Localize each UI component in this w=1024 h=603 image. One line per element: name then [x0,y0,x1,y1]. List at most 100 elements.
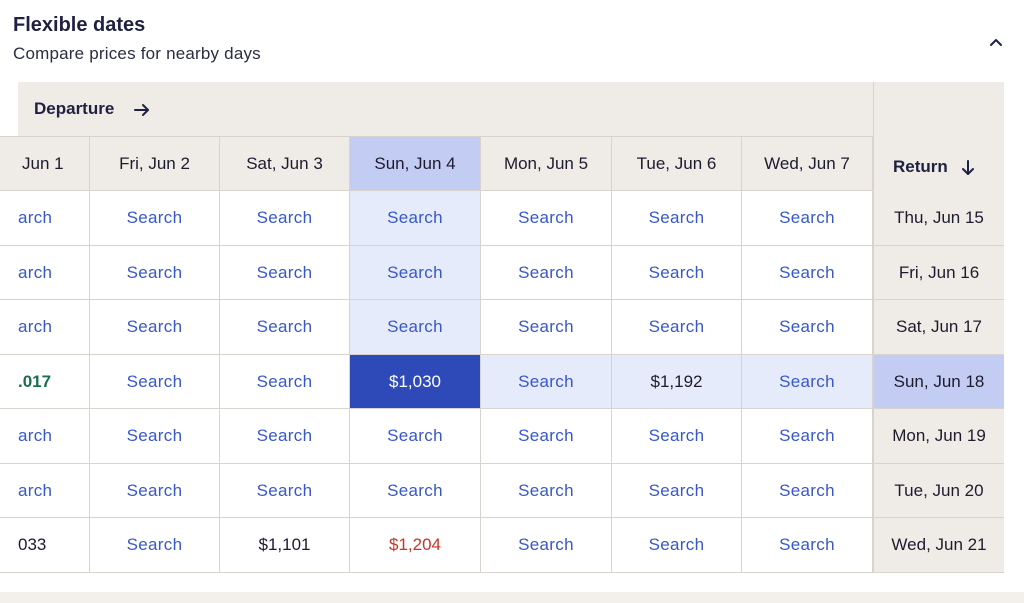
search-cell[interactable]: Search [220,464,350,518]
return-date-label: Mon, Jun 19 [873,409,1004,464]
search-cell[interactable]: Search [350,246,481,300]
price-cell[interactable]: $1,192 [612,355,742,409]
search-link: Search [256,426,313,445]
search-link: Search [779,535,835,554]
search-cell[interactable]: Search [90,300,220,355]
fare-price: .017 [18,371,52,391]
search-cell[interactable]: Search [612,300,742,355]
search-link: Search [648,426,705,445]
search-cell[interactable]: Search [481,464,612,518]
search-cell[interactable]: Search [90,191,220,246]
price-cell[interactable]: $1,030 [350,355,481,409]
search-link: arch [18,426,53,445]
departure-date-header: Wed, Jun 7 [742,136,873,191]
search-cell[interactable]: Search [742,246,873,300]
search-cell[interactable]: Search [220,300,350,355]
search-cell[interactable]: arch [0,464,90,518]
search-link: arch [18,317,53,336]
search-link: Search [518,317,574,336]
price-cell[interactable]: $1,101 [220,518,350,573]
search-cell[interactable]: Search [481,246,612,300]
search-cell[interactable]: Search [742,464,873,518]
search-link: Search [648,262,705,282]
search-cell[interactable]: arch [0,191,90,246]
search-link: Search [648,480,705,500]
search-cell[interactable]: Search [220,409,350,464]
search-cell[interactable]: Search [90,246,220,300]
search-link: Search [518,535,574,554]
search-cell[interactable]: Search [350,191,481,246]
search-cell[interactable]: Search [742,518,873,573]
panel-bottom-edge [0,592,1024,603]
search-cell[interactable]: Search [481,518,612,573]
fare-price: $1,101 [258,535,311,554]
search-cell[interactable]: Search [481,409,612,464]
search-cell[interactable]: arch [0,246,90,300]
search-cell[interactable]: Search [350,300,481,355]
search-cell[interactable]: Search [612,191,742,246]
departure-date-header: Fri, Jun 2 [90,136,220,191]
return-date-label: Fri, Jun 16 [873,246,1004,300]
search-link: arch [18,480,53,500]
search-link: Search [126,535,183,554]
search-link: Search [779,426,835,445]
search-cell[interactable]: Search [481,300,612,355]
search-cell[interactable]: Search [481,355,612,409]
return-date-label: Sat, Jun 17 [873,300,1004,355]
search-link: Search [387,480,443,500]
search-link: Search [387,208,443,227]
search-cell[interactable]: Search [220,191,350,246]
price-cell[interactable]: 033 [0,518,90,573]
search-cell[interactable]: Search [742,191,873,246]
search-cell[interactable]: Search [90,355,220,409]
search-cell[interactable]: Search [612,518,742,573]
search-cell[interactable]: Search [90,518,220,573]
search-link: Search [256,208,313,227]
search-link: Search [648,208,705,227]
departure-label: Departure [34,99,115,118]
departure-date-header: Sat, Jun 3 [220,136,350,191]
price-cell[interactable]: $1,204 [350,518,481,573]
search-cell[interactable]: Search [742,409,873,464]
search-link: Search [518,480,574,500]
departure-date-header: Tue, Jun 6 [612,136,742,191]
search-cell[interactable]: Search [350,409,481,464]
search-link: Search [126,262,183,282]
search-cell[interactable]: Search [612,246,742,300]
search-cell[interactable]: Search [612,409,742,464]
search-link: Search [779,262,835,282]
search-link: Search [779,371,835,391]
fare-price: 033 [18,535,47,554]
search-cell[interactable]: Search [612,464,742,518]
departure-date-header: Sun, Jun 4 [350,136,481,191]
search-cell[interactable]: Search [481,191,612,246]
return-date-label: Sun, Jun 18 [873,355,1004,409]
chevron-up-icon [990,39,1002,46]
search-link: Search [256,480,313,500]
search-link: Search [126,371,183,391]
search-link: Search [648,535,705,554]
search-cell[interactable]: Search [220,246,350,300]
search-link: Search [256,371,313,391]
search-link: Search [779,317,835,336]
search-cell[interactable]: Search [90,464,220,518]
search-cell[interactable]: Search [742,300,873,355]
search-cell[interactable]: arch [0,300,90,355]
search-cell[interactable]: Search [220,355,350,409]
search-link: arch [18,208,53,227]
search-link: Search [256,262,313,282]
search-link: Search [518,426,574,445]
search-link: arch [18,262,53,282]
search-link: Search [126,480,183,500]
collapse-button[interactable] [982,30,1010,54]
search-link: Search [518,262,574,282]
search-cell[interactable]: Search [90,409,220,464]
search-link: Search [126,426,183,445]
search-cell[interactable]: Search [350,464,481,518]
search-link: Search [387,262,443,282]
arrow-down-icon [962,160,974,175]
search-cell[interactable]: arch [0,409,90,464]
price-cell[interactable]: .017 [0,355,90,409]
search-cell[interactable]: Search [742,355,873,409]
section-subtitle: Compare prices for nearby days [13,44,261,63]
